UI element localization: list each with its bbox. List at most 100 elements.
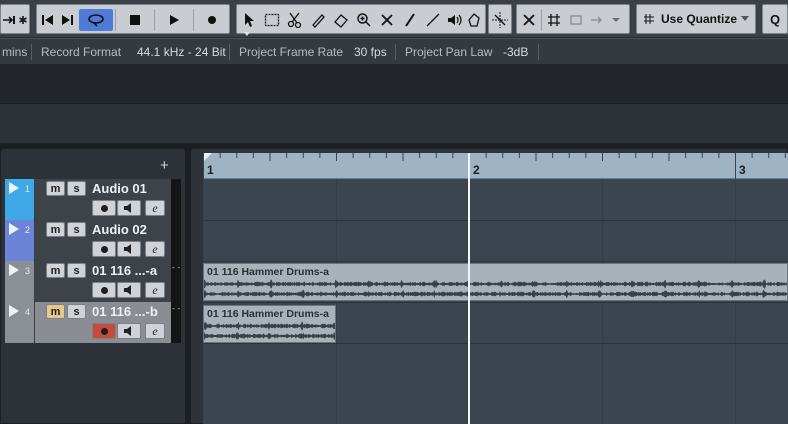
track-select-icon bbox=[9, 305, 19, 317]
goto-end-icon[interactable] bbox=[58, 9, 76, 31]
mute-button[interactable]: m bbox=[46, 222, 65, 237]
track-header[interactable]: m s 01 116 ...-a e bbox=[35, 261, 171, 302]
monitor-button[interactable] bbox=[117, 323, 141, 339]
chevron-down-icon[interactable] bbox=[606, 9, 626, 31]
lane-separator bbox=[203, 302, 788, 303]
stop-icon[interactable] bbox=[117, 9, 153, 31]
play-icon[interactable] bbox=[156, 9, 192, 31]
event-name: 01 116 Hammer Drums-a bbox=[207, 266, 329, 278]
project-cursor[interactable] bbox=[468, 153, 470, 424]
monitor-button[interactable] bbox=[117, 200, 141, 216]
track-row[interactable]: 3 m s 01 116 ...-a e - - bbox=[5, 261, 181, 302]
warp-icon[interactable] bbox=[465, 9, 485, 31]
track-row[interactable]: 2 m s Audio 02 e bbox=[5, 220, 181, 261]
pan-law-value[interactable]: -3dB bbox=[503, 45, 528, 59]
track-header[interactable]: m s Audio 01 e bbox=[35, 179, 171, 220]
track-strip-mark: - - bbox=[172, 304, 181, 313]
record-enable-button[interactable] bbox=[92, 323, 116, 339]
toolbar-spacer bbox=[0, 104, 788, 144]
edit-channel-button[interactable]: e bbox=[145, 200, 165, 216]
record-enable-button[interactable] bbox=[92, 241, 116, 257]
ruler[interactable]: 1 2 3 bbox=[203, 153, 788, 179]
separator bbox=[395, 44, 396, 60]
separator bbox=[538, 44, 539, 60]
frame-rate-value[interactable]: 30 fps bbox=[354, 45, 387, 59]
solo-button[interactable]: s bbox=[67, 263, 86, 278]
audio-event[interactable]: 01 116 Hammer Drums-a bbox=[203, 263, 788, 301]
add-track-button[interactable]: + bbox=[160, 157, 169, 174]
record-format-label[interactable]: Record Format bbox=[41, 45, 121, 59]
arrows-icon[interactable] bbox=[2, 9, 16, 31]
line-icon[interactable] bbox=[422, 9, 444, 31]
track-header[interactable]: m s Audio 02 e bbox=[35, 220, 171, 261]
solo-button[interactable]: s bbox=[67, 304, 86, 319]
track-row[interactable]: 1 m s Audio 01 e bbox=[5, 179, 181, 220]
zoom-icon[interactable] bbox=[353, 9, 375, 31]
grid-group bbox=[516, 4, 630, 34]
record-format-value[interactable]: 44.1 kHz - 24 Bit bbox=[137, 45, 226, 59]
star-icon[interactable]: ✱ bbox=[17, 9, 29, 31]
mute-icon[interactable] bbox=[376, 9, 398, 31]
range-icon[interactable] bbox=[261, 9, 283, 31]
mute-button[interactable]: m bbox=[46, 263, 65, 278]
info-line: mins Record Format 44.1 kHz - 24 Bit Pro… bbox=[0, 38, 788, 64]
track-header[interactable]: m s 01 116 ...-b e bbox=[35, 302, 171, 343]
record-dot-icon bbox=[100, 327, 108, 335]
track-row[interactable]: 4 m s 01 116 ...-b e - - bbox=[5, 302, 181, 343]
glue-icon[interactable] bbox=[307, 9, 329, 31]
erase-icon[interactable] bbox=[330, 9, 352, 31]
ruler-ticks bbox=[203, 153, 786, 179]
edit-channel-button[interactable]: e bbox=[145, 323, 165, 339]
shuffle-icon[interactable] bbox=[587, 9, 605, 31]
solo-button[interactable]: s bbox=[67, 181, 86, 196]
record-dot-icon bbox=[100, 204, 108, 212]
separator bbox=[541, 9, 542, 31]
track-number: 3 bbox=[25, 266, 31, 276]
speaker-icon[interactable] bbox=[444, 9, 466, 31]
snap-group bbox=[488, 4, 512, 34]
edit-channel-button[interactable]: e bbox=[145, 282, 165, 298]
solo-button[interactable]: s bbox=[67, 222, 86, 237]
lane-separator bbox=[203, 343, 788, 344]
pan-law-label[interactable]: Project Pan Law bbox=[405, 45, 492, 59]
frame-rate-label[interactable]: Project Frame Rate bbox=[239, 45, 343, 59]
x-icon[interactable] bbox=[519, 9, 539, 31]
track-name[interactable]: 01 116 ...-a bbox=[92, 263, 157, 278]
audio-event[interactable]: 01 116 Hammer Drums-a bbox=[203, 305, 336, 343]
split-icon[interactable] bbox=[284, 9, 306, 31]
chevron-down-icon bbox=[741, 16, 749, 21]
quantize-dropdown[interactable]: Use Quantize bbox=[636, 4, 756, 34]
event-name: 01 116 Hammer Drums-a bbox=[207, 308, 329, 320]
pointer-icon[interactable] bbox=[239, 9, 259, 31]
speaker-icon bbox=[124, 203, 131, 213]
record-icon[interactable] bbox=[195, 9, 229, 31]
goto-start-icon[interactable] bbox=[39, 9, 57, 31]
monitor-button[interactable] bbox=[117, 282, 141, 298]
mute-button[interactable]: m bbox=[46, 181, 65, 196]
left-locator-icon[interactable] bbox=[204, 153, 212, 161]
separator bbox=[229, 44, 230, 60]
separator bbox=[31, 44, 32, 60]
waveform bbox=[204, 279, 787, 299]
monitor-button[interactable] bbox=[117, 241, 141, 257]
track-name[interactable]: Audio 01 bbox=[92, 181, 147, 196]
track-select-icon bbox=[9, 264, 19, 276]
track-number: 4 bbox=[25, 307, 31, 317]
track-level-strip bbox=[171, 179, 181, 220]
quantize-button[interactable]: Q bbox=[762, 4, 788, 34]
track-name[interactable]: 01 116 ...-b bbox=[92, 304, 158, 319]
snap-events-icon[interactable] bbox=[567, 9, 585, 31]
record-enable-button[interactable] bbox=[92, 282, 116, 298]
edit-channel-button[interactable]: e bbox=[145, 241, 165, 257]
tool-caret-icon bbox=[244, 32, 250, 36]
cubase-project-window: ✱ Use Quantize Q mins Record Format 44.1… bbox=[0, 0, 788, 424]
grid-icon[interactable] bbox=[544, 9, 564, 31]
overview-line bbox=[0, 64, 788, 104]
mute-button[interactable]: m bbox=[46, 304, 65, 319]
track-name[interactable]: Audio 02 bbox=[92, 222, 147, 237]
track-level-strip bbox=[171, 220, 181, 261]
record-enable-button[interactable] bbox=[92, 200, 116, 216]
cycle-icon[interactable] bbox=[79, 9, 113, 31]
snap-icon[interactable] bbox=[490, 9, 510, 31]
draw-icon[interactable] bbox=[399, 9, 421, 31]
